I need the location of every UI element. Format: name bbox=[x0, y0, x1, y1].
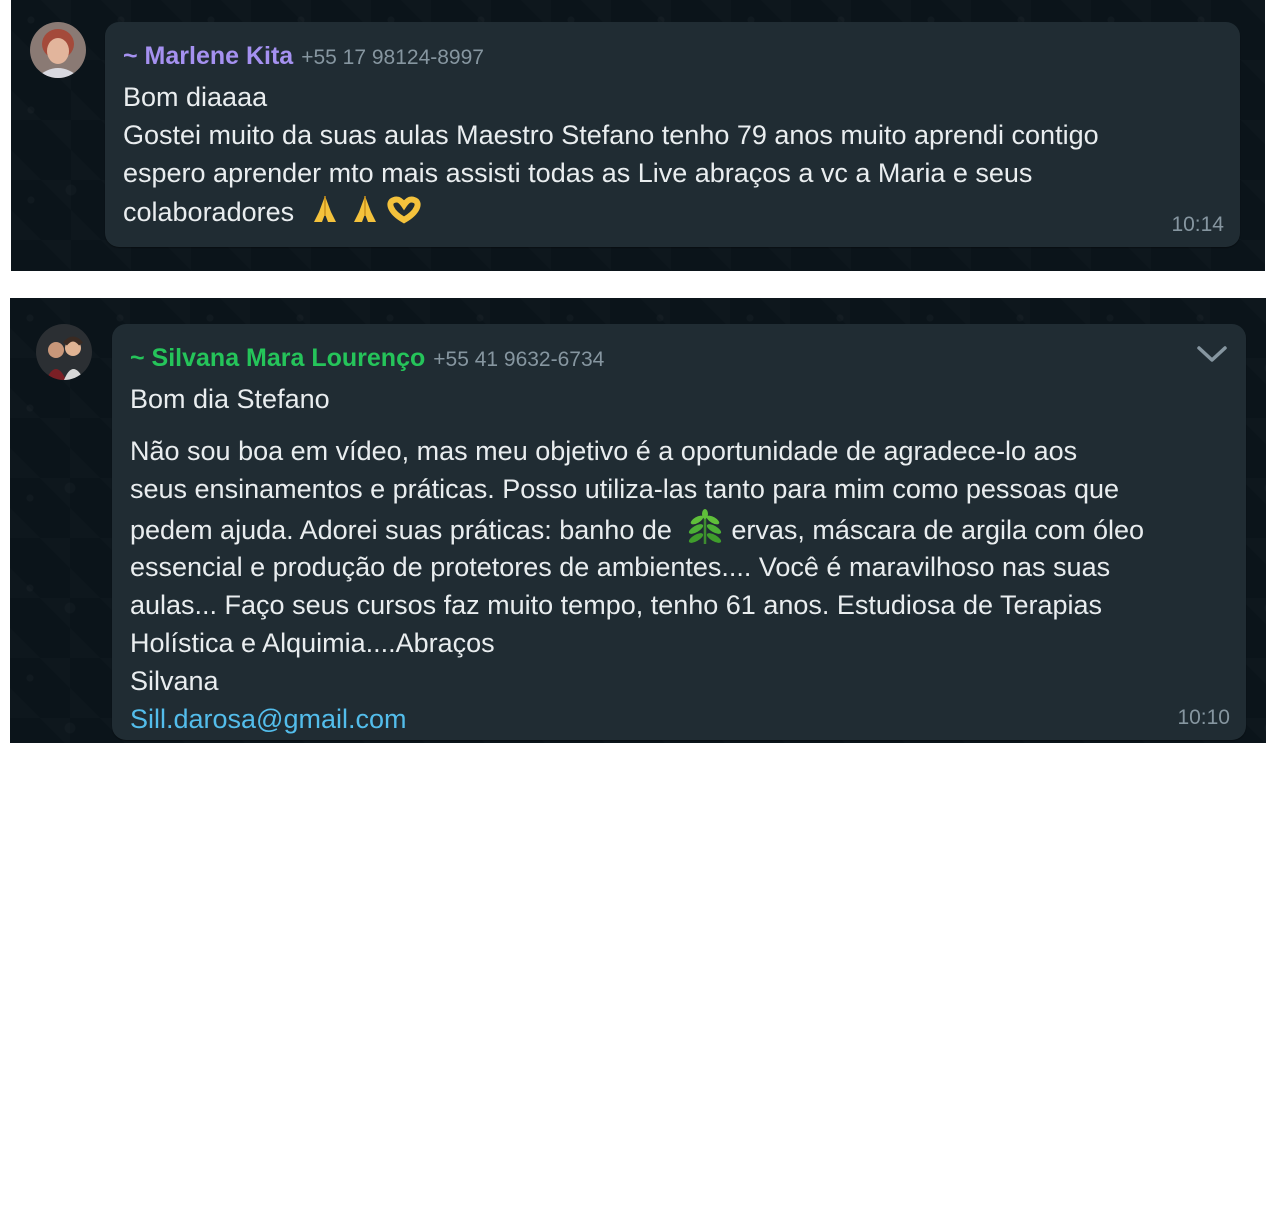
heart-hands-icon bbox=[384, 192, 424, 236]
email-link[interactable]: Sill.darosa@gmail.com bbox=[130, 700, 1144, 738]
chevron-down-icon[interactable] bbox=[1196, 344, 1228, 364]
avatar[interactable] bbox=[36, 324, 92, 380]
chat-panel-2: ~ Silvana Mara Lourenço +55 41 9632-6734 … bbox=[10, 298, 1266, 743]
message-line: pedem ajuda. Adorei suas práticas: banho… bbox=[130, 515, 672, 546]
folded-hands-icon bbox=[308, 192, 342, 236]
message-line: aulas... Faço seus cursos faz muito temp… bbox=[130, 590, 1103, 620]
sender-name[interactable]: ~ Marlene Kita bbox=[123, 42, 293, 70]
folded-hands-icon bbox=[348, 192, 382, 236]
message-line: Não sou boa em vídeo, mas meu objetivo é… bbox=[130, 436, 1078, 466]
sender-phone: +55 17 98124-8997 bbox=[301, 46, 484, 69]
message-bubble[interactable]: ~ Silvana Mara Lourenço +55 41 9632-6734 … bbox=[112, 324, 1246, 740]
message-line: colaboradores bbox=[123, 197, 295, 228]
message-line: essencial e produção de protetores de am… bbox=[130, 552, 1111, 582]
message-line: ervas, máscara de argila com óleo bbox=[731, 515, 1145, 546]
message-line: seus ensinamentos e práticas. Posso util… bbox=[130, 474, 1119, 504]
avatar[interactable] bbox=[30, 22, 86, 78]
message-time: 10:14 bbox=[1171, 213, 1224, 236]
message-line: Bom diaaaa bbox=[123, 82, 268, 112]
message-bubble[interactable]: ~ Marlene Kita +55 17 98124-8997 Bom diaa… bbox=[105, 22, 1240, 247]
message-line: Silvana bbox=[130, 666, 219, 696]
sender-phone: +55 41 9632-6734 bbox=[433, 348, 605, 371]
message-line: Holística e Alquimia....Abraços bbox=[130, 628, 495, 658]
chat-panel-1: ~ Marlene Kita +55 17 98124-8997 Bom diaa… bbox=[11, 0, 1265, 271]
message-line: espero aprender mto mais assisti todas a… bbox=[123, 158, 1033, 188]
message-time: 10:10 bbox=[1177, 706, 1230, 729]
sender-name[interactable]: ~ Silvana Mara Lourenço bbox=[130, 344, 425, 372]
message-line: Gostei muito da suas aulas Maestro Stefa… bbox=[123, 120, 1099, 150]
message-line: Bom dia Stefano bbox=[130, 384, 330, 414]
